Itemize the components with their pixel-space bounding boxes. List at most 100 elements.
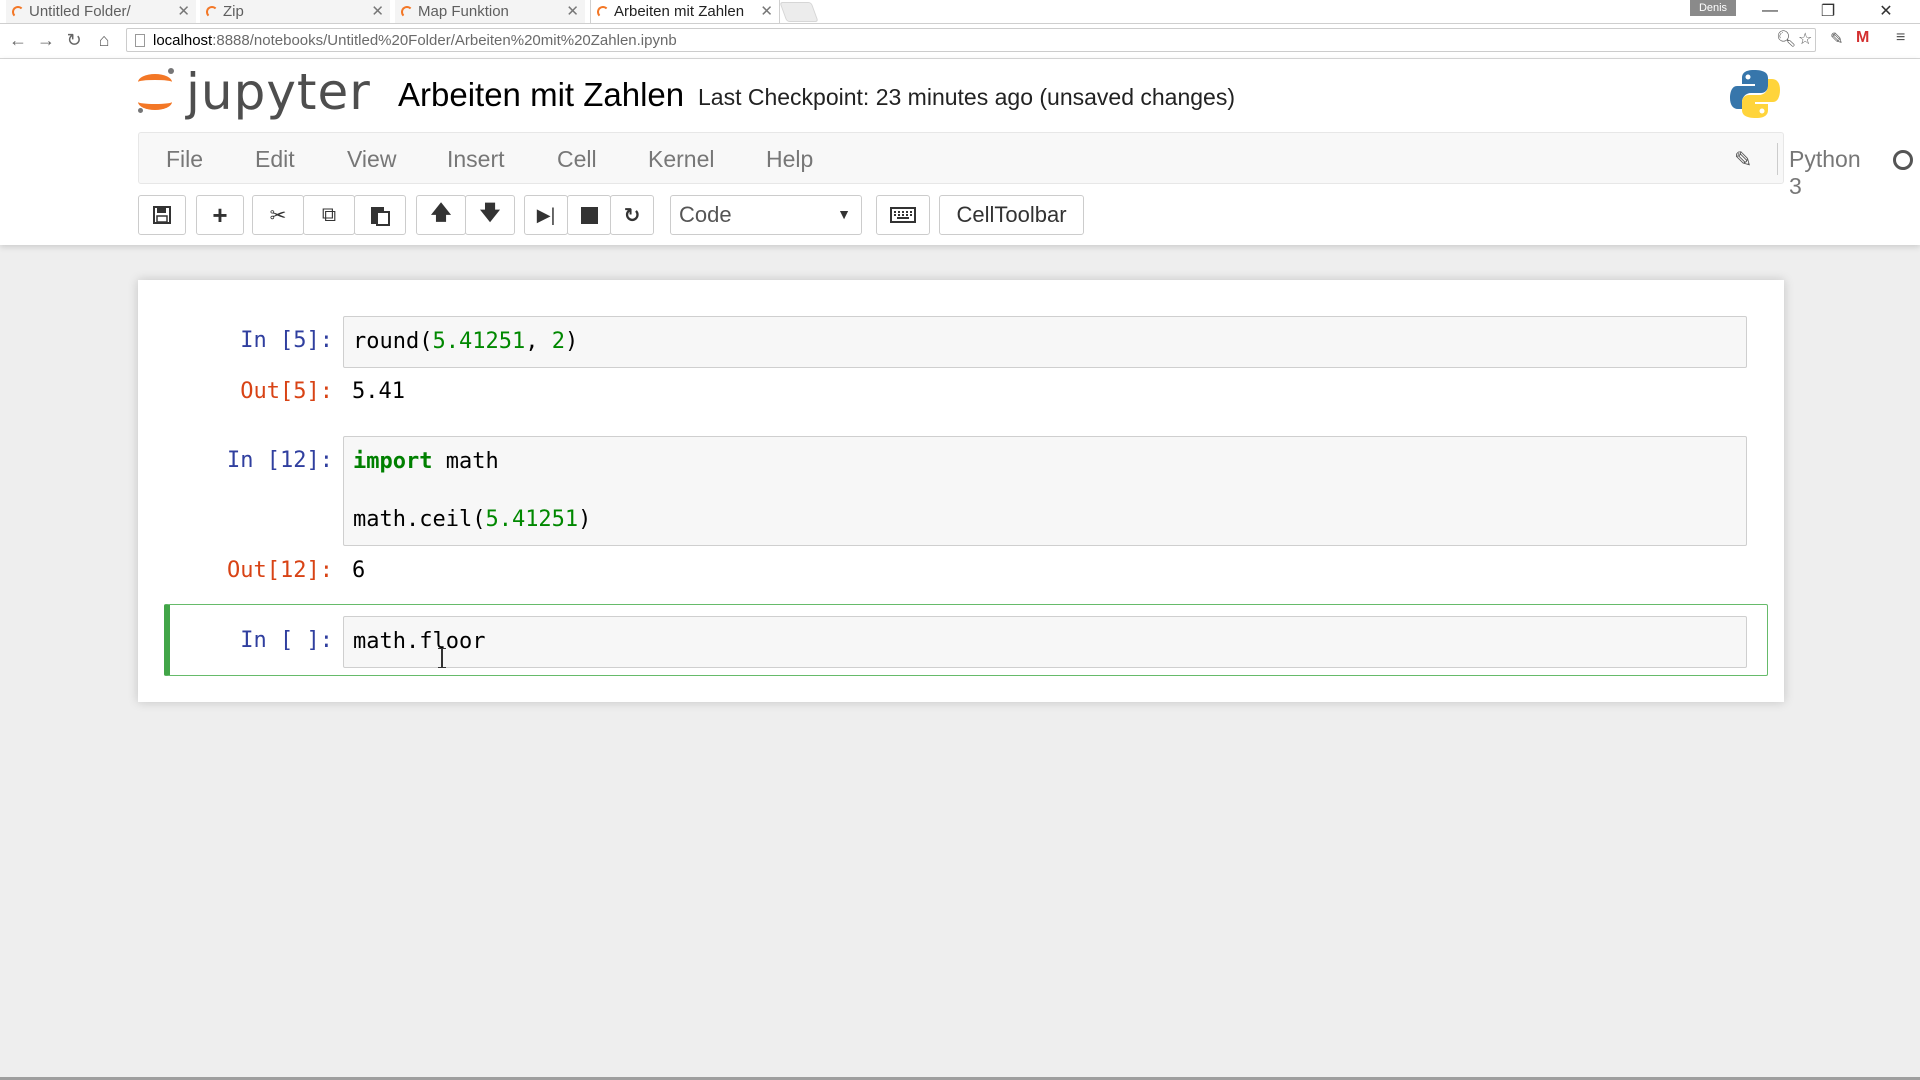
jupyter-logo-icon bbox=[136, 68, 176, 116]
code-token: math.ceil( bbox=[353, 507, 486, 532]
menu-help[interactable]: Help bbox=[766, 146, 813, 173]
tab-label: Arbeiten mit Zahlen bbox=[614, 3, 745, 20]
tab-label: Map Funktion bbox=[418, 3, 509, 20]
url-host: localhost bbox=[153, 31, 213, 49]
code-token: math bbox=[432, 449, 499, 474]
star-icon[interactable]: ☆ bbox=[1798, 29, 1812, 49]
paste-button[interactable] bbox=[354, 195, 406, 235]
keyboard-icon bbox=[890, 207, 916, 223]
menu-cell[interactable]: Cell bbox=[557, 146, 597, 173]
home-icon[interactable]: ⌂ bbox=[94, 30, 114, 50]
cell-type-value: Code bbox=[679, 202, 732, 227]
kernel-name: Python 3 bbox=[1789, 146, 1861, 199]
code-number: 5.41251 bbox=[485, 507, 579, 532]
close-icon[interactable]: ✕ bbox=[566, 2, 579, 20]
copy-icon: ⧉ bbox=[321, 203, 337, 226]
celltoolbar-label: CellToolbar bbox=[956, 202, 1067, 227]
reload-icon[interactable]: ↻ bbox=[64, 30, 84, 50]
browser-toolbar: ← → ↻ ⌂ localhost:8888/notebooks/Untitle… bbox=[0, 24, 1920, 59]
address-bar-input[interactable]: localhost:8888/notebooks/Untitled%20Fold… bbox=[126, 28, 1816, 52]
text-cursor-icon bbox=[438, 648, 446, 668]
tab-label: Untitled Folder/ bbox=[29, 3, 131, 20]
divider bbox=[1777, 143, 1778, 175]
celltoolbar-button[interactable]: CellToolbar bbox=[939, 195, 1084, 235]
menu-insert[interactable]: Insert bbox=[447, 146, 505, 173]
save-icon bbox=[153, 206, 171, 224]
restart-icon: ↻ bbox=[623, 204, 641, 227]
close-icon[interactable]: ✕ bbox=[760, 2, 773, 20]
close-icon[interactable]: ✕ bbox=[177, 2, 190, 20]
code-token: ) bbox=[578, 507, 592, 532]
plus-icon: + bbox=[212, 199, 228, 230]
interrupt-kernel-button[interactable] bbox=[567, 195, 611, 235]
code-token: , bbox=[525, 329, 552, 354]
profile-badge[interactable]: Denis bbox=[1690, 0, 1736, 16]
url-path: :8888/notebooks/Untitled%20Folder/Arbeit… bbox=[212, 31, 677, 49]
arrow-up-icon: 🡅 bbox=[430, 202, 452, 224]
code-cell-input-active[interactable]: math.floor bbox=[343, 616, 1747, 668]
code-token: round( bbox=[353, 329, 433, 354]
code-line: round(5.41251, 2) bbox=[353, 329, 578, 354]
minimize-icon[interactable]: — bbox=[1750, 0, 1790, 22]
output-prompt: Out[5]: bbox=[240, 379, 333, 404]
notebook-title[interactable]: Arbeiten mit Zahlen bbox=[398, 76, 684, 114]
input-prompt: In [ ]: bbox=[240, 628, 333, 653]
cell-type-select[interactable]: Code ▼ bbox=[670, 195, 862, 235]
jupyter-logo-text: jupyter bbox=[186, 63, 371, 121]
checkpoint-status: Last Checkpoint: 23 minutes ago (unsaved… bbox=[698, 84, 1235, 110]
input-prompt: In [5]: bbox=[240, 328, 333, 353]
restart-kernel-button[interactable]: ↻ bbox=[610, 195, 654, 235]
menu-edit[interactable]: Edit bbox=[255, 146, 295, 173]
kernel-idle-indicator-icon bbox=[1893, 150, 1913, 170]
browser-tabstrip: Untitled Folder/ ✕ Zip ✕ Map Funktion ✕ … bbox=[0, 0, 1920, 24]
move-up-button[interactable]: 🡅 bbox=[416, 195, 466, 235]
browser-tab-arbeiten-mit-zahlen[interactable]: Arbeiten mit Zahlen ✕ bbox=[590, 0, 780, 23]
input-prompt: In [12]: bbox=[227, 448, 333, 473]
gmail-icon[interactable]: M bbox=[1856, 29, 1869, 47]
browser-tab-untitled-folder[interactable]: Untitled Folder/ ✕ bbox=[6, 0, 196, 23]
code-cell-input[interactable]: round(5.41251, 2) bbox=[343, 316, 1747, 368]
cut-button[interactable]: ✂ bbox=[252, 195, 304, 235]
code-number: 5.41251 bbox=[432, 329, 526, 354]
command-palette-button[interactable] bbox=[876, 195, 930, 235]
menu-file[interactable]: File bbox=[166, 146, 203, 173]
extension-icon[interactable]: ✎ bbox=[1830, 29, 1843, 49]
notebook-container: In [5]: round(5.41251, 2) Out[5]: 5.41 I… bbox=[138, 280, 1784, 702]
hamburger-menu-icon[interactable]: ≡ bbox=[1896, 29, 1905, 47]
code-number: 2 bbox=[551, 329, 565, 354]
jupyter-favicon-icon bbox=[206, 5, 218, 18]
insert-cell-button[interactable]: + bbox=[196, 195, 244, 235]
arrow-right-icon[interactable]: → bbox=[36, 30, 56, 50]
run-icon: ▶| bbox=[536, 204, 556, 225]
output-prompt: Out[12]: bbox=[227, 558, 333, 583]
jupyter-logo[interactable]: jupyter bbox=[136, 62, 371, 122]
code-line: import math bbox=[353, 449, 499, 474]
jupyter-favicon-icon bbox=[401, 5, 413, 18]
code-keyword: import bbox=[353, 449, 433, 474]
restore-icon[interactable]: ❐ bbox=[1808, 0, 1848, 22]
menubar: File Edit View Insert Cell Kernel Help ✎… bbox=[138, 132, 1913, 199]
code-line: math.floor bbox=[353, 629, 486, 654]
move-down-button[interactable]: 🡇 bbox=[465, 195, 515, 235]
arrow-left-icon[interactable]: ← bbox=[8, 30, 28, 50]
jupyter-favicon-icon bbox=[12, 5, 24, 18]
copy-button[interactable]: ⧉ bbox=[303, 195, 355, 235]
menu-view[interactable]: View bbox=[347, 146, 396, 173]
new-tab-button[interactable] bbox=[779, 2, 819, 22]
page-icon bbox=[135, 33, 145, 47]
stop-icon bbox=[580, 206, 598, 224]
browser-tab-map-funktion[interactable]: Map Funktion ✕ bbox=[395, 0, 585, 23]
cell-output: 5.41 bbox=[352, 379, 405, 404]
cell-output: 6 bbox=[352, 558, 366, 583]
python-logo-icon bbox=[1730, 70, 1780, 118]
menu-kernel[interactable]: Kernel bbox=[648, 146, 714, 173]
close-window-icon[interactable]: ✕ bbox=[1866, 0, 1906, 22]
run-cell-button[interactable]: ▶| bbox=[524, 195, 568, 235]
pencil-icon[interactable]: ✎ bbox=[1734, 147, 1752, 173]
code-token: ) bbox=[564, 329, 579, 354]
browser-tab-zip[interactable]: Zip ✕ bbox=[200, 0, 390, 23]
save-button[interactable] bbox=[138, 195, 186, 235]
zoom-icon[interactable]: 🔍︎ bbox=[1776, 29, 1796, 49]
code-cell-input[interactable]: import math math.ceil(5.41251) bbox=[343, 436, 1747, 546]
close-icon[interactable]: ✕ bbox=[371, 2, 384, 20]
